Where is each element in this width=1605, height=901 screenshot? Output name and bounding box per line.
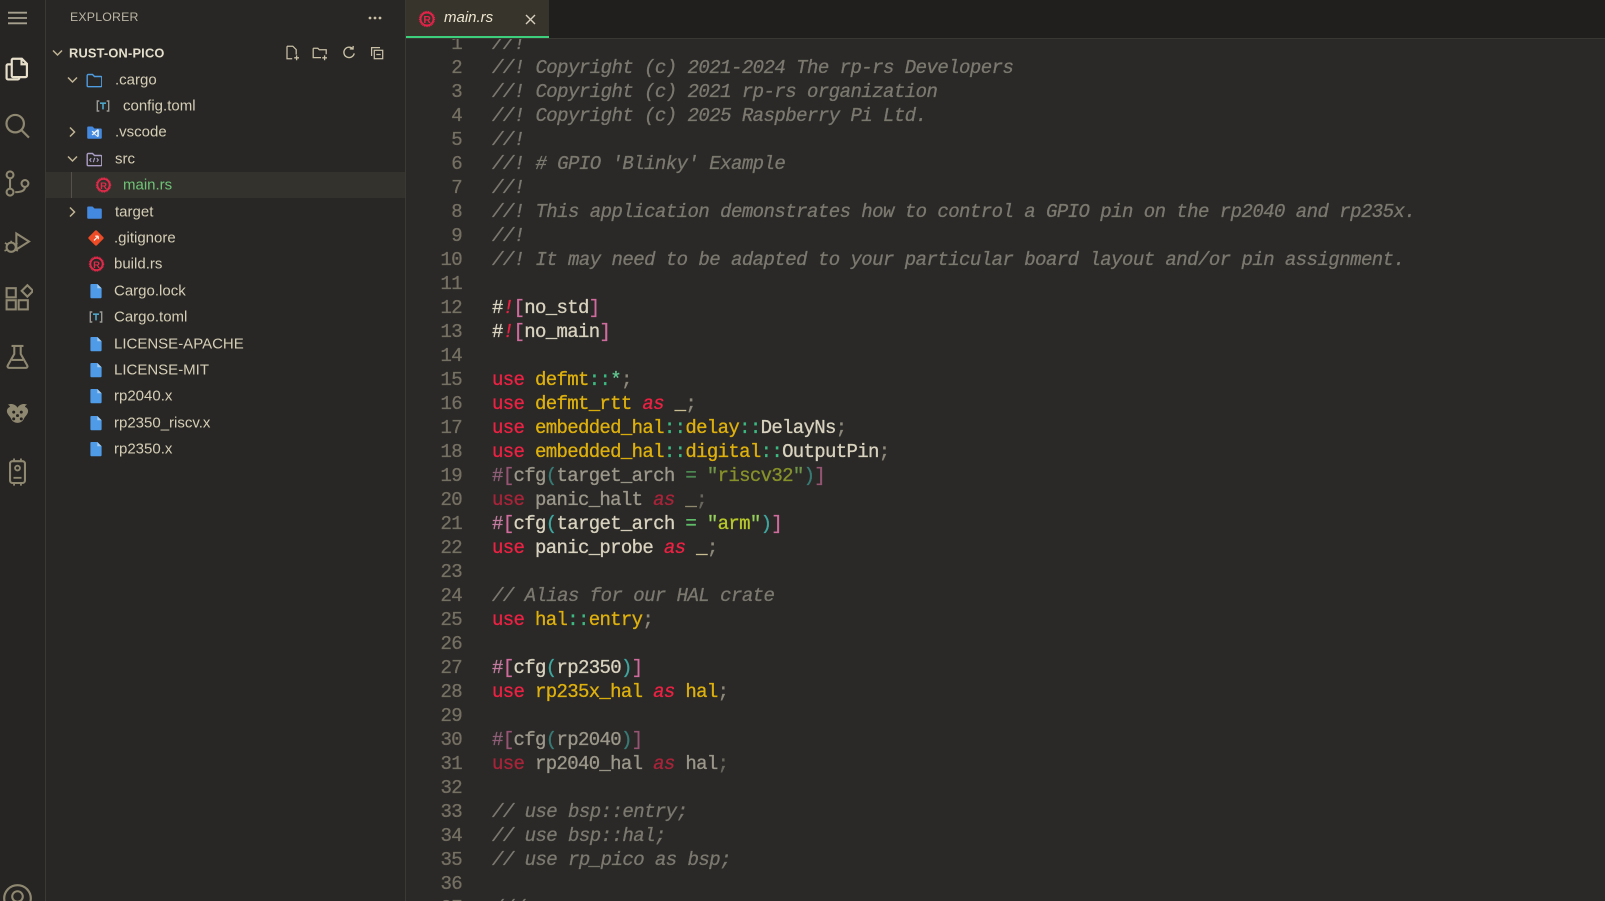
svg-text:R: R: [423, 15, 431, 26]
svg-text:R: R: [93, 260, 100, 271]
svg-text:R: R: [100, 181, 107, 192]
